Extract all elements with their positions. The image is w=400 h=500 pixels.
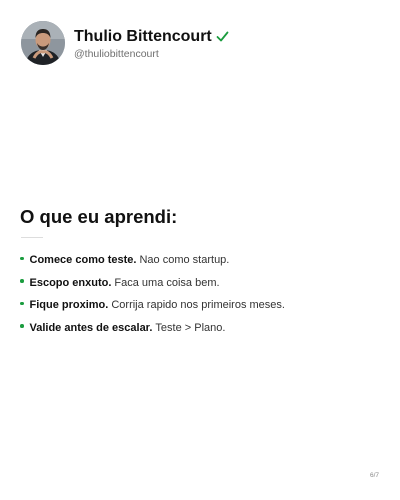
item-text: Teste > Plano. — [155, 321, 226, 334]
item-text: Corrija rapido nos primeiros meses. — [111, 299, 285, 312]
name-row: Thulio Bittencourt — [74, 27, 229, 47]
item-title: Comece como teste. — [29, 254, 137, 267]
avatar — [21, 21, 65, 65]
bullet-icon — [20, 324, 24, 328]
list-item: Comece como teste. Nao como startup. — [20, 249, 380, 272]
item-title: Escopo enxuto. — [29, 276, 112, 289]
list-item: Fique proximo. Corrija rapido nos primei… — [20, 294, 380, 317]
item-title: Valide antes de escalar. — [29, 321, 153, 334]
lessons-list: Comece como teste. Nao como startup. Esc… — [20, 249, 380, 339]
profile-header: Thulio Bittencourt @thuliobittencourt — [21, 21, 229, 65]
profile-identity: Thulio Bittencourt @thuliobittencourt — [74, 27, 229, 60]
list-item: Escopo enxuto. Faca uma coisa bem. — [20, 272, 380, 295]
profile-handle: @thuliobittencourt — [74, 47, 159, 60]
heading-divider — [21, 237, 43, 238]
section-heading: O que eu aprendi: — [20, 206, 178, 227]
bullet-icon — [20, 301, 24, 305]
page-indicator: 6/7 — [369, 472, 379, 479]
bullet-icon — [20, 279, 24, 283]
item-title: Fique proximo. — [29, 299, 109, 312]
item-text: Faca uma coisa bem. — [114, 276, 220, 289]
verified-check-icon — [216, 31, 229, 42]
list-item: Valide antes de escalar. Teste > Plano. — [20, 317, 380, 340]
avatar-portrait — [21, 21, 65, 65]
profile-name: Thulio Bittencourt — [74, 27, 212, 45]
bullet-icon — [20, 256, 24, 260]
item-text: Nao como startup. — [139, 254, 230, 267]
